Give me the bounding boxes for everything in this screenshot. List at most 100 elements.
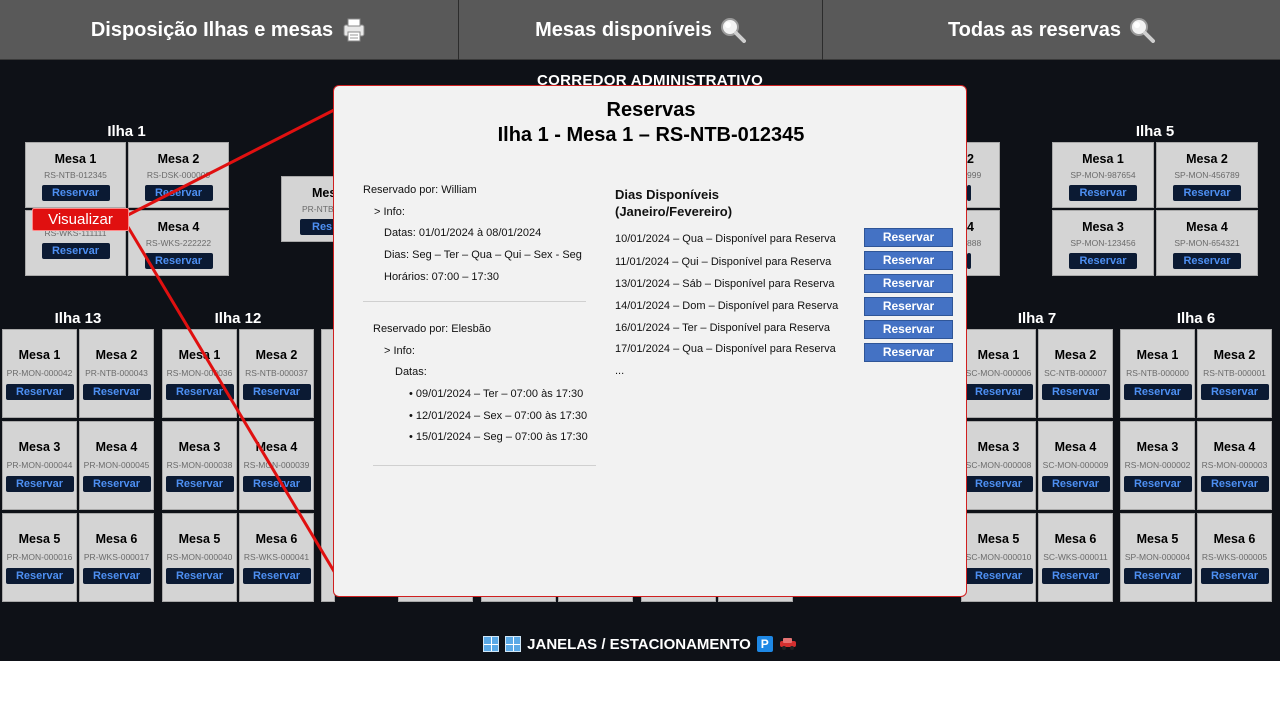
reserve-button[interactable]: Reservar	[1123, 476, 1192, 492]
reserve-button[interactable]: Reservar	[964, 568, 1033, 584]
desk-code: SP-MON-987654	[1070, 170, 1136, 180]
reserve-button[interactable]: Reservar	[5, 568, 74, 584]
reserve-button[interactable]: Reservar	[144, 253, 213, 269]
reserve-button[interactable]: Reservar	[242, 568, 311, 584]
desk-i7-m3[interactable]: Mesa 3 SC-MON-000008 Reservar	[961, 421, 1036, 510]
desk-i1-m4[interactable]: Mesa 4 RS-WKS-222222 Reservar	[128, 210, 229, 276]
reserve-button[interactable]: Reservar	[964, 384, 1033, 400]
reserve-button[interactable]: Reservar	[82, 476, 151, 492]
desk-i6-m3[interactable]: Mesa 3 RS-MON-000002 Reservar	[1120, 421, 1195, 510]
desk-i13-m1[interactable]: Mesa 1 PR-MON-000042 Reservar	[2, 329, 77, 418]
desk-i6-m5[interactable]: Mesa 5 SP-MON-000004 Reservar	[1120, 513, 1195, 602]
desk-i5-m3[interactable]: Mesa 3 SP-MON-123456 Reservar	[1052, 210, 1154, 276]
desk-code: SC-NTB-000007	[1044, 368, 1107, 378]
reserve-day-button[interactable]: Reservar	[864, 320, 953, 339]
reserve-button[interactable]: Reservar	[242, 384, 311, 400]
reserve-button[interactable]: Reservar	[1041, 568, 1110, 584]
desk-i5-m1[interactable]: Mesa 1 SP-MON-987654 Reservar	[1052, 142, 1154, 208]
reserve-day-button[interactable]: Reservar	[864, 297, 953, 316]
reserve-button[interactable]: Reservar	[1123, 568, 1192, 584]
desk-i12-m3[interactable]: Mesa 3 RS-MON-000038 Reservar	[162, 421, 237, 510]
desk-i7-m2[interactable]: Mesa 2 SC-NTB-000007 Reservar	[1038, 329, 1113, 418]
reserve-button[interactable]: Reservar	[1041, 476, 1110, 492]
reserve-button[interactable]	[967, 253, 971, 269]
divider	[373, 465, 596, 466]
desk-code: SC-MON-000008	[965, 460, 1032, 470]
desk-i7-m1[interactable]: Mesa 1 SC-MON-000006 Reservar	[961, 329, 1036, 418]
desk-i5-m2[interactable]: Mesa 2 SP-MON-456789 Reservar	[1156, 142, 1258, 208]
reserve-button[interactable]: Reservar	[1069, 185, 1137, 201]
desk-i1-m1[interactable]: Mesa 1 RS-NTB-012345 Reservar	[25, 142, 126, 208]
desk-i12-m6[interactable]: Mesa 6 RS-WKS-000041 Reservar	[239, 513, 314, 602]
reserve-button[interactable]: Reservar	[82, 384, 151, 400]
tab-all-reservations[interactable]: Todas as reservas	[823, 0, 1280, 60]
reserve-button[interactable]: Reservar	[41, 185, 110, 201]
reserve-button[interactable]: Reservar	[1173, 253, 1241, 269]
date-item: • 09/01/2024 – Ter – 07:00 às 17:30	[409, 388, 584, 400]
reserve-button[interactable]: Reservar	[41, 243, 110, 259]
desk-i7-m6[interactable]: Mesa 6 SC-WKS-000011 Reservar	[1038, 513, 1113, 602]
desk-i13-m5[interactable]: Mesa 5 PR-MON-000016 Reservar	[2, 513, 77, 602]
reserve-day-button[interactable]: Reservar	[864, 251, 953, 270]
desk-name: Mesa 2	[95, 348, 138, 362]
desk-i4-m2[interactable]: 2 999	[966, 142, 1000, 208]
info-toggle-1[interactable]: > Info:	[374, 206, 405, 218]
tab-island-layout[interactable]: Disposição Ilhas e mesas	[0, 0, 459, 60]
desk-i6-m2[interactable]: Mesa 2 RS-NTB-000001 Reservar	[1197, 329, 1272, 418]
reserve-button[interactable]: Reservar	[964, 476, 1033, 492]
desk-name: 4	[967, 220, 974, 234]
reserve-button[interactable]: Reservar	[165, 476, 234, 492]
reserve-button[interactable]: Reservar	[1200, 476, 1269, 492]
desk-code: PR-MON-000016	[6, 552, 73, 562]
reserve-button[interactable]: Reservar	[165, 384, 234, 400]
reserve-button[interactable]: Reservar	[5, 384, 74, 400]
desk-i13-m6[interactable]: Mesa 6 PR-WKS-000017 Reservar	[79, 513, 154, 602]
reserve-button[interactable]: Reservar	[1069, 253, 1137, 269]
reserve-day-button[interactable]: Reservar	[864, 343, 953, 362]
desk-code: RS-NTB-000000	[1126, 368, 1189, 378]
reserve-button[interactable]: Reservar	[242, 476, 311, 492]
desk-i5-m4[interactable]: Mesa 4 SP-MON-654321 Reservar	[1156, 210, 1258, 276]
desk-i13-m3[interactable]: Mesa 3 PR-MON-000044 Reservar	[2, 421, 77, 510]
reserve-button[interactable]: Reservar	[1041, 384, 1110, 400]
desk-name: Mes	[312, 186, 337, 200]
desk-i12-m2[interactable]: Mesa 2 RS-NTB-000037 Reservar	[239, 329, 314, 418]
reserve-button[interactable]: Reservar	[144, 185, 213, 201]
divider	[363, 301, 586, 302]
reserved-by-1: Reservado por: William	[363, 184, 477, 196]
reserve-button[interactable]	[967, 185, 971, 201]
reserve-button[interactable]: Reservar	[1200, 384, 1269, 400]
view-button[interactable]: Visualizar	[32, 208, 129, 231]
reserve-button[interactable]: Reservar	[1123, 384, 1192, 400]
tab-available-desks[interactable]: Mesas disponíveis	[459, 0, 823, 60]
reserve-button[interactable]: Reservar	[1200, 568, 1269, 584]
desk-i12-m1[interactable]: Mesa 1 RS-MON-000036 Reservar	[162, 329, 237, 418]
reserve-button[interactable]: Reservar	[82, 568, 151, 584]
reserve-day-button[interactable]: Reservar	[864, 274, 953, 293]
desk-i13-m2[interactable]: Mesa 2 PR-NTB-000043 Reservar	[79, 329, 154, 418]
magnifier-icon	[1130, 18, 1156, 43]
desk-i6-m6[interactable]: Mesa 6 RS-WKS-000005 Reservar	[1197, 513, 1272, 602]
desk-i1-m2[interactable]: Mesa 2 RS-DSK-000000 Reservar	[128, 142, 229, 208]
info-toggle-2[interactable]: > Info:	[384, 345, 415, 357]
reserve-button[interactable]: Reservar	[1173, 185, 1241, 201]
desk-i12-m5[interactable]: Mesa 5 RS-MON-000040 Reservar	[162, 513, 237, 602]
desk-i12-m4[interactable]: Mesa 4 RS-MON-000039 Reservar	[239, 421, 314, 510]
desk-i6-m4[interactable]: Mesa 4 RS-MON-000003 Reservar	[1197, 421, 1272, 510]
desk-name: Mesa 5	[178, 532, 221, 546]
available-day: 17/01/2024 – Qua – Disponível para Reser…	[615, 343, 836, 355]
reserve-button[interactable]: Reservar	[165, 568, 234, 584]
desk-i4-m4[interactable]: 4 888	[966, 210, 1000, 276]
desk-code: 888	[967, 238, 982, 248]
tab-all-reservations-label: Todas as reservas	[947, 18, 1122, 41]
desk-code: PR-MON-000042	[6, 368, 73, 378]
desk-i2-m1[interactable]: Mes PR-NTB Res	[281, 176, 341, 242]
reserve-day-button[interactable]: Reservar	[864, 228, 953, 247]
reserve-button[interactable]: Reservar	[5, 476, 74, 492]
desk-code: RS-WKS-222222	[145, 238, 212, 248]
desk-i6-m1[interactable]: Mesa 1 RS-NTB-000000 Reservar	[1120, 329, 1195, 418]
desk-i7-m5[interactable]: Mesa 5 SC-MON-000010 Reservar	[961, 513, 1036, 602]
desk-i7-m4[interactable]: Mesa 4 SC-MON-000009 Reservar	[1038, 421, 1113, 510]
available-day: 14/01/2024 – Dom – Disponível para Reser…	[615, 300, 839, 312]
desk-i13-m4[interactable]: Mesa 4 PR-MON-000045 Reservar	[79, 421, 154, 510]
